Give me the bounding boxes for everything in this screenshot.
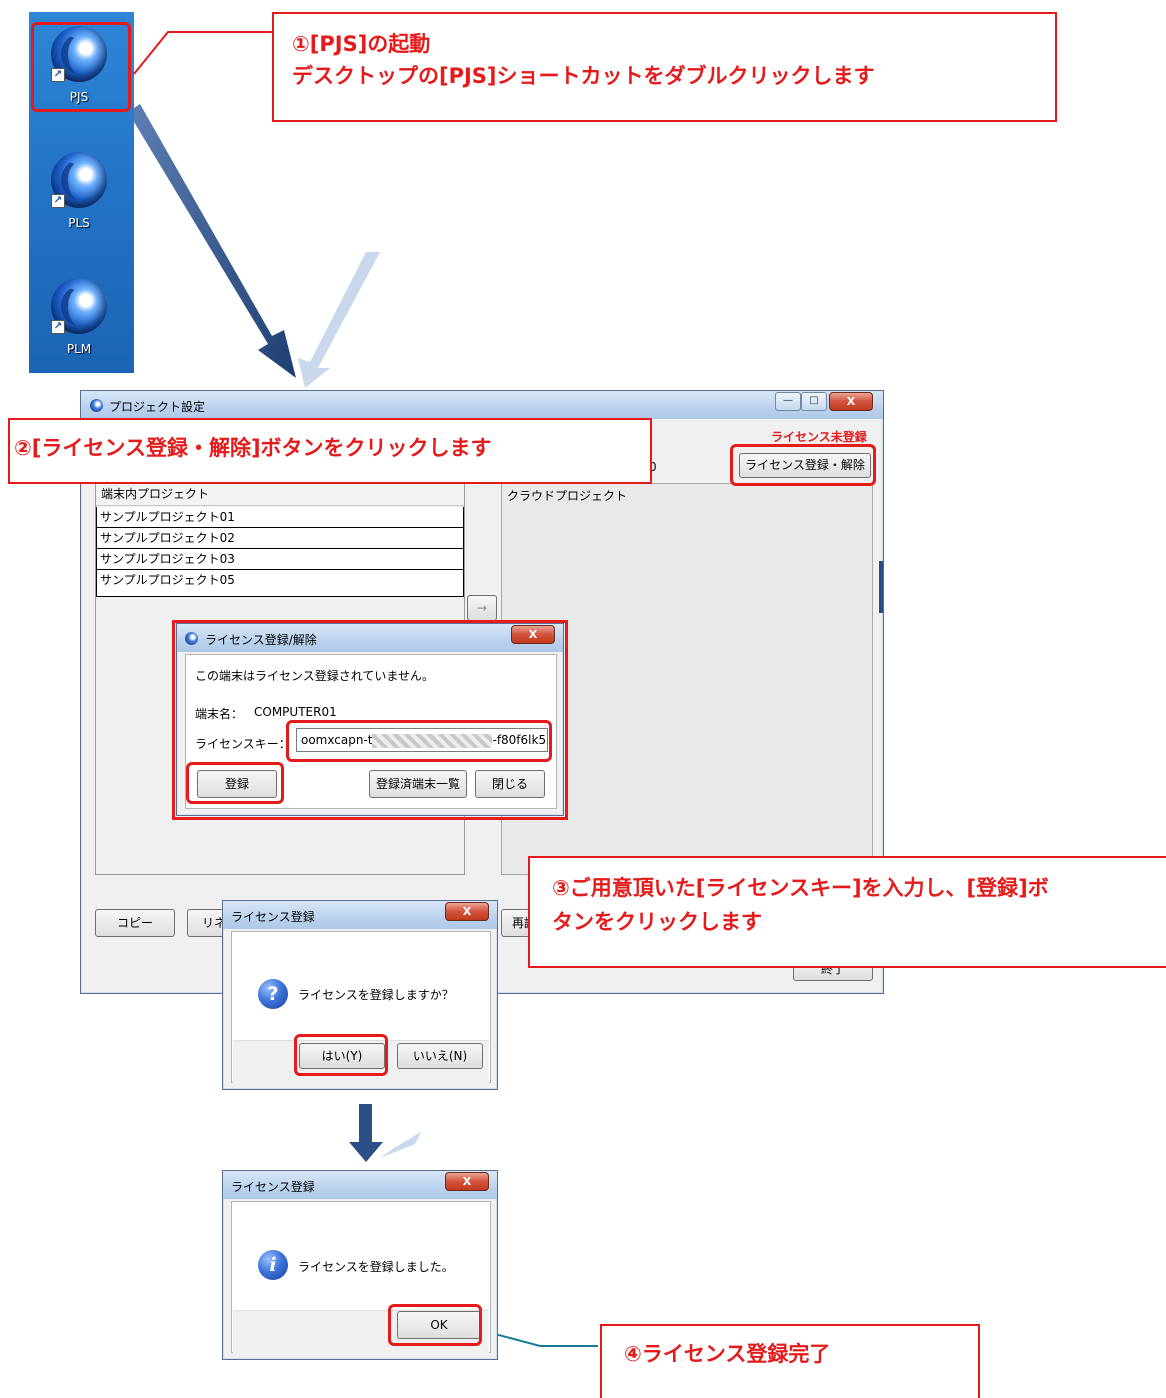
window-close-button[interactable]: X bbox=[829, 392, 873, 411]
highlight-license-button bbox=[730, 444, 876, 486]
cloud-project-header: クラウドプロジェクト bbox=[507, 489, 628, 503]
confirm-message: ライセンスを登録しますか？ bbox=[298, 988, 454, 1002]
confirm-dialog-titlebar: ライセンス登録 X bbox=[223, 901, 497, 929]
move-right-button[interactable]: → bbox=[467, 595, 497, 621]
maximize-button[interactable]: □ bbox=[801, 392, 827, 411]
callout-step1-text: デスクトップの[PJS]ショートカットをダブルクリックします bbox=[292, 64, 875, 88]
list-item[interactable]: サンプルプロジェクト01 bbox=[97, 507, 463, 528]
registered-list-button[interactable]: 登録済端末一覧 bbox=[369, 770, 467, 798]
terminal-name-label: 端末名： bbox=[195, 707, 244, 721]
project-window-titlebar: プロジェクト設定 — □ X bbox=[81, 391, 883, 419]
callout-step1: ①[PJS]の起動 デスクトップの[PJS]ショートカットをダブルクリックします bbox=[272, 12, 1057, 122]
copy-button[interactable]: コピー bbox=[95, 909, 175, 937]
highlight-yes-button bbox=[294, 1034, 388, 1076]
local-project-rows: サンプルプロジェクト01 サンプルプロジェクト02 サンプルプロジェクト03 サ… bbox=[96, 507, 464, 597]
callout-step4: ④ライセンス登録完了 bbox=[600, 1324, 980, 1398]
scrollbar-hint bbox=[879, 561, 883, 613]
license-dialog-titlebar: ライセンス登録/解除 X bbox=[177, 624, 563, 652]
question-icon: ? bbox=[258, 979, 288, 1009]
confirm-dialog-title: ライセンス登録 bbox=[231, 910, 315, 924]
list-item[interactable]: サンプルプロジェクト05 bbox=[97, 570, 463, 591]
info-icon: i bbox=[258, 1250, 288, 1280]
done-dialog-titlebar: ライセンス登録 X bbox=[223, 1171, 497, 1199]
done-dialog-title: ライセンス登録 bbox=[231, 1180, 315, 1194]
list-item[interactable]: サンプルプロジェクト03 bbox=[97, 549, 463, 570]
callout-step3-line1: ③ご用意頂いた[ライセンスキー]を入力し、[登録]ボ bbox=[552, 876, 1049, 900]
callout-step2: ②[ライセンス登録・解除]ボタンをクリックします bbox=[8, 418, 652, 484]
list-item[interactable]: サンプルプロジェクト02 bbox=[97, 528, 463, 549]
license-dialog-title: ライセンス登録/解除 bbox=[205, 633, 317, 647]
license-status-label: ライセンス未登録 bbox=[771, 430, 867, 444]
highlight-license-key-input bbox=[286, 720, 552, 762]
terminal-name-value: COMPUTER01 bbox=[254, 705, 337, 719]
license-status-message: この端末はライセンス登録されていません。 bbox=[195, 669, 435, 683]
done-dialog-close-button[interactable]: X bbox=[445, 1172, 489, 1191]
no-button[interactable]: いいえ(N) bbox=[397, 1043, 483, 1069]
callout-step1-title: ①[PJS]の起動 bbox=[292, 32, 431, 56]
license-key-label: ライセンスキー： bbox=[195, 737, 291, 751]
license-dialog-close-button[interactable]: X bbox=[511, 625, 555, 644]
callout-step3-line2: タンをクリックします bbox=[552, 910, 762, 934]
minimize-button[interactable]: — bbox=[775, 392, 801, 411]
dialog-close-button[interactable]: 閉じる bbox=[475, 770, 545, 798]
confirm-dialog-close-button[interactable]: X bbox=[445, 902, 489, 921]
done-message: ライセンスを登録しました。 bbox=[298, 1260, 454, 1274]
callout-step4-text: ④ライセンス登録完了 bbox=[624, 1342, 831, 1366]
highlight-register-button bbox=[186, 762, 284, 804]
window-title: プロジェクト設定 bbox=[109, 400, 206, 414]
app-icon bbox=[90, 399, 103, 412]
callout-step3: ③ご用意頂いた[ライセンスキー]を入力し、[登録]ボ タンをクリックします bbox=[528, 856, 1166, 968]
callout-step2-text: ②[ライセンス登録・解除]ボタンをクリックします bbox=[14, 436, 492, 460]
local-project-header: 端末内プロジェクト bbox=[96, 484, 464, 506]
app-icon bbox=[185, 632, 198, 645]
highlight-ok-button bbox=[388, 1304, 482, 1346]
